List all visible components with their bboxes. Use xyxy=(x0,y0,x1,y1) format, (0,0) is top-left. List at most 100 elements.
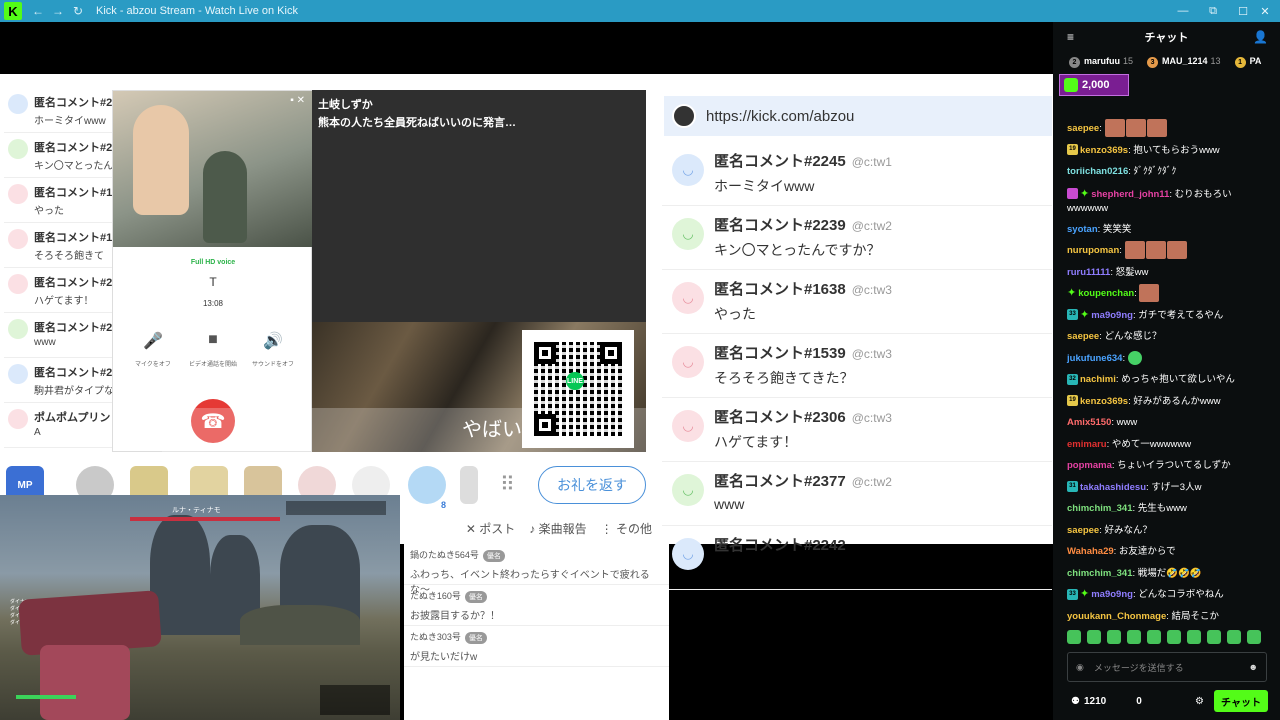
chat-footer: ⚉ 1210 0 ⚙ チャット xyxy=(1053,690,1280,712)
emote-icon[interactable] xyxy=(1247,630,1261,644)
chat-username[interactable]: kenzo369s xyxy=(1080,145,1128,156)
list-item: 匿名コメント#2 キン〇マとったん xyxy=(4,133,113,178)
thanks-reply-button[interactable]: お礼を返す xyxy=(538,466,646,504)
chat-username[interactable]: shepherd_john11 xyxy=(1091,189,1169,200)
more-link[interactable]: ⋮ その他 xyxy=(601,520,652,538)
settings-icon[interactable]: ⚙ xyxy=(1195,696,1204,707)
refresh-icon[interactable]: ↻ xyxy=(68,4,88,18)
x-icon: ✕ xyxy=(465,522,476,536)
song-report-link[interactable]: ♪ 楽曲報告 xyxy=(529,520,586,538)
chat-username[interactable]: saepee xyxy=(1067,525,1099,536)
stream-capture-panel: 匿名コメント#2 ホーミタイwww 匿名コメント#2 キン〇マとったん 匿名コメ… xyxy=(0,74,1053,590)
chat-title: チャット xyxy=(1144,32,1189,44)
chat-username[interactable]: koupenchan xyxy=(1078,288,1134,299)
close-window-icon[interactable]: ✕ xyxy=(1250,0,1280,22)
kicks-goal[interactable]: 2,000 xyxy=(1059,74,1129,96)
chat-username[interactable]: ma9o9ng xyxy=(1091,310,1133,321)
avatar xyxy=(8,94,28,114)
gift-item-icon[interactable]: 8 xyxy=(408,466,446,510)
emote-icon[interactable] xyxy=(1207,630,1221,644)
chat-username[interactable]: nachimi xyxy=(1080,374,1116,385)
subscriber-badge-icon xyxy=(1067,188,1078,200)
window-title: Kick - abzou Stream - Watch Live on Kick xyxy=(96,5,298,17)
action-links: ✕ ポスト ♪ 楽曲報告 ⋮ その他 xyxy=(452,520,652,538)
forward-icon[interactable]: → xyxy=(48,4,68,18)
emote-icon[interactable] xyxy=(1087,630,1101,644)
music-note-icon: ♪ xyxy=(529,522,536,536)
chat-username[interactable]: kenzo369s xyxy=(1080,396,1128,407)
back-icon[interactable]: ← xyxy=(28,4,48,18)
chat-message: popmama: ちょいイラついてるしずか xyxy=(1067,460,1231,471)
avatar: ◡ xyxy=(672,410,704,442)
restore-icon[interactable]: ⧉ xyxy=(1198,0,1228,22)
chat-username[interactable]: syotan xyxy=(1067,224,1098,235)
avatar: ◡ xyxy=(672,154,704,186)
kick-logo-icon: K xyxy=(4,2,22,20)
overlay-comment-text: 熊本の人たち全員死ねばいいのに発言… xyxy=(318,117,516,129)
sound-off-button[interactable]: 🔊 サウンドをオフ xyxy=(243,331,303,368)
og-badge-icon: ✦ xyxy=(1080,308,1090,321)
chat-message: saepee: 好みなん？ xyxy=(1067,524,1153,536)
chat-message: toriichan0216: ﾀﾞｸﾀﾞｸﾀﾞｸ xyxy=(1067,166,1177,177)
chat-username[interactable]: ma9o9ng xyxy=(1091,589,1133,600)
emote-icon xyxy=(1104,119,1125,138)
chat-username[interactable]: youukann_Chonmage xyxy=(1067,611,1166,622)
emote-icon[interactable] xyxy=(1167,630,1181,644)
call-window-buttons[interactable]: ▪ ✕ xyxy=(290,95,305,106)
collapse-chat-icon[interactable]: ≡ xyxy=(1067,30,1074,44)
chat-username[interactable]: nurupoman xyxy=(1067,245,1119,256)
post-link[interactable]: ✕ ポスト xyxy=(466,520,515,538)
send-chat-button[interactable]: チャット xyxy=(1214,690,1268,712)
user-settings-icon[interactable]: 👤 xyxy=(1253,30,1268,44)
chat-username[interactable]: Wahaha29 xyxy=(1067,546,1114,557)
video-player[interactable]: 匿名コメント#2 ホーミタイwww 匿名コメント#2 キン〇マとったん 匿名コメ… xyxy=(0,22,1053,720)
emote-icon xyxy=(1127,350,1142,365)
figurine-image-2 xyxy=(203,151,247,243)
top-gifters: 2 marufuu 15 3 MAU_1214 13 1 PA xyxy=(1053,52,1280,72)
channel-url[interactable]: https://kick.com/abzou xyxy=(706,108,854,125)
avatar: ◡ xyxy=(672,474,704,506)
emote-icon xyxy=(1124,241,1145,260)
mic-off-button[interactable]: 🎤 マイクをオフ xyxy=(123,331,183,368)
chat-message: ✦ shepherd_john11: むりおもろい wwwwww xyxy=(1067,187,1232,214)
emote-icon[interactable] xyxy=(1107,630,1121,644)
minimize-icon[interactable]: — xyxy=(1168,0,1198,22)
emote-icon[interactable] xyxy=(1187,630,1201,644)
emote-icon[interactable] xyxy=(1067,630,1081,644)
grid-menu-icon[interactable]: ⠿ xyxy=(500,472,515,497)
chat-username[interactable]: chimchim_341 xyxy=(1067,568,1132,579)
list-item: 匿名コメント#2 ホーミタイwww xyxy=(4,88,112,133)
gifter-item[interactable]: 2 marufuu 15 xyxy=(1069,56,1133,68)
video-call-button[interactable]: ■ ビデオ通話を開始 xyxy=(183,331,243,368)
chat-username[interactable]: emimaru xyxy=(1067,439,1107,450)
game-stream-feed: ルナ・ティナモ ダイナマイトがキレイ ダイナマイトがキレイ ダイナマイトで ダイ… xyxy=(0,495,400,720)
chat-username[interactable]: takahashidesu xyxy=(1080,482,1146,493)
status-badge: 優名 xyxy=(464,591,487,603)
chat-username[interactable]: toriichan0216 xyxy=(1067,166,1128,177)
chat-input[interactable]: ◉ メッセージを送信する ☻ xyxy=(1067,652,1267,682)
speaker-icon: 🔊 xyxy=(263,333,283,350)
emote-icon[interactable] xyxy=(1127,630,1141,644)
player-character xyxy=(40,645,130,720)
chat-username[interactable]: Amix5150 xyxy=(1067,417,1111,428)
qr-code: LINE xyxy=(522,330,634,448)
status-badge: 優名 xyxy=(482,550,505,562)
gifter-item[interactable]: 3 MAU_1214 13 xyxy=(1147,56,1221,68)
emote-icon xyxy=(1125,119,1146,138)
gifter-item[interactable]: 1 PA xyxy=(1234,56,1261,68)
chat-username[interactable]: jukufune634 xyxy=(1067,353,1122,364)
chat-username[interactable]: saepee xyxy=(1067,331,1099,342)
gift-item-icon[interactable] xyxy=(460,466,478,504)
chat-username[interactable]: ruru11111 xyxy=(1067,267,1110,278)
chat-header: ≡ チャット 👤 xyxy=(1053,22,1280,52)
subscriber-badge-icon: 33 xyxy=(1067,588,1078,600)
feed-comment: ◡ 匿名コメント#2245 @c:tw1 ホーミタイwww xyxy=(662,142,1052,206)
emote-icon[interactable] xyxy=(1227,630,1241,644)
chat-username[interactable]: saepee xyxy=(1067,123,1099,134)
emoji-icon[interactable]: ☻ xyxy=(1249,662,1258,672)
chat-username[interactable]: chimchim_341 xyxy=(1067,503,1132,514)
emote-icon[interactable] xyxy=(1147,630,1161,644)
avatar xyxy=(8,319,28,339)
chat-username[interactable]: popmama xyxy=(1067,460,1112,471)
hud-title: ルナ・ティナモ xyxy=(172,507,221,514)
